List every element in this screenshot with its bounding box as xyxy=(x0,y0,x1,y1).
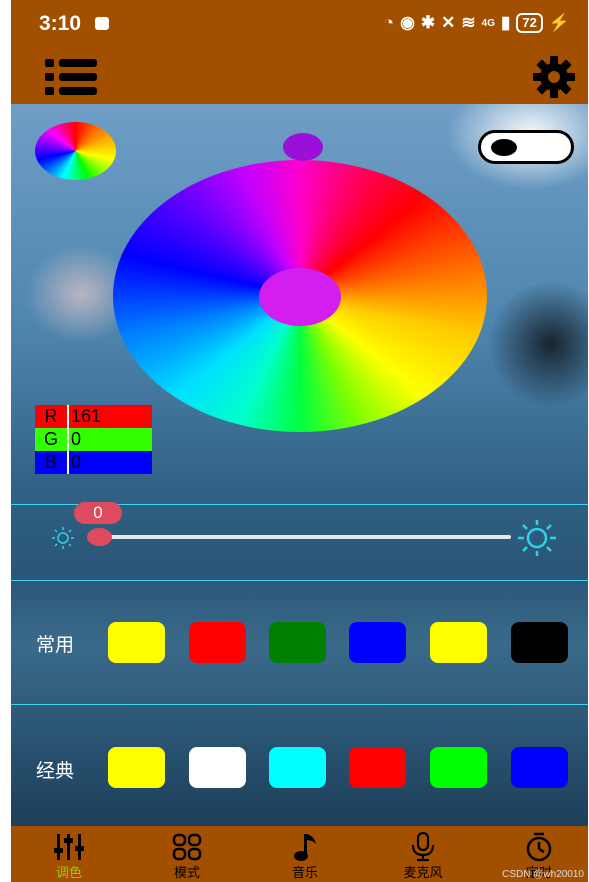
gear-icon[interactable] xyxy=(530,55,578,99)
app-screen: 3:10 ◔ ◉ ✱ ✕ ≋ 4G ▮ 72 ⚡ R 161 G 0 B 0 0… xyxy=(11,0,588,882)
notification-icon xyxy=(95,17,109,30)
classic-color-swatch[interactable] xyxy=(511,747,568,788)
signal-icon: ▮ xyxy=(501,13,511,32)
common-color-swatch[interactable] xyxy=(189,622,246,663)
toggle-knob xyxy=(491,139,517,156)
nav-item-microphone[interactable]: 麦克风 xyxy=(383,826,463,882)
watermark: CSDN @wh20010 xyxy=(502,869,584,880)
nav-label-music: 音乐 xyxy=(291,865,318,880)
signal-label: 4G xyxy=(481,17,495,29)
common-color-swatch[interactable] xyxy=(269,622,326,663)
selected-color-preview xyxy=(259,268,341,326)
timer-icon xyxy=(524,832,554,862)
mute-icon: ✕ xyxy=(441,13,456,32)
brightness-slider-thumb[interactable] xyxy=(87,528,112,546)
divider xyxy=(11,580,588,581)
classic-color-swatch[interactable] xyxy=(349,747,406,788)
classic-color-swatch[interactable] xyxy=(269,747,326,788)
speed-icon: ◔ xyxy=(383,13,395,32)
common-color-swatch[interactable] xyxy=(511,622,568,663)
app-header xyxy=(11,50,588,104)
rgb-row-g: G 0 xyxy=(35,428,152,451)
g-value: 0 xyxy=(67,428,152,451)
brightness-value-bubble: 0 xyxy=(74,502,122,524)
brightness-high-icon xyxy=(516,518,558,563)
classic-color-swatch[interactable] xyxy=(108,747,165,788)
bottom-navigation: 调色 模式 音乐 麦克风 定时 CSDN @wh20010 xyxy=(11,826,588,882)
r-value: 161 xyxy=(67,405,152,428)
eye-icon: ◉ xyxy=(400,13,415,32)
microphone-icon xyxy=(408,831,438,862)
rgb-row-r: R 161 xyxy=(35,405,152,428)
common-color-swatch[interactable] xyxy=(430,622,487,663)
charging-icon: ⚡ xyxy=(548,13,570,32)
rgb-readout: R 161 G 0 B 0 xyxy=(35,405,152,474)
bluetooth-icon: ✱ xyxy=(420,13,436,32)
common-color-swatch[interactable] xyxy=(108,622,165,663)
sliders-icon xyxy=(54,832,84,862)
b-value: 0 xyxy=(67,451,152,474)
nav-item-music[interactable]: 音乐 xyxy=(265,826,345,882)
brightness-slider-track[interactable] xyxy=(98,535,511,539)
divider xyxy=(11,704,588,705)
grid-icon xyxy=(172,832,202,862)
color-wheel-preview-icon[interactable] xyxy=(35,122,116,180)
b-label: B xyxy=(35,451,67,474)
music-note-icon xyxy=(290,832,320,862)
color-wheel-handle[interactable] xyxy=(283,133,323,161)
power-toggle[interactable] xyxy=(478,130,574,164)
battery-indicator: 72 xyxy=(516,13,543,33)
nav-label-color: 调色 xyxy=(55,865,82,880)
nav-item-mode[interactable]: 模式 xyxy=(147,826,227,882)
brightness-low-icon xyxy=(51,526,75,555)
classic-color-swatch[interactable] xyxy=(189,747,246,788)
nav-item-color[interactable]: 调色 xyxy=(29,826,109,882)
list-icon[interactable] xyxy=(45,57,99,97)
rgb-row-b: B 0 xyxy=(35,451,152,474)
wifi-icon: ≋ xyxy=(461,13,476,32)
g-label: G xyxy=(35,428,67,451)
nav-label-mode: 模式 xyxy=(173,865,200,880)
nav-label-microphone: 麦克风 xyxy=(403,865,443,880)
status-icons: ◔ ◉ ✱ ✕ ≋ 4G ▮ 72 ⚡ xyxy=(384,13,570,33)
classic-colors-label: 经典 xyxy=(36,761,75,782)
common-color-swatch[interactable] xyxy=(349,622,406,663)
status-time: 3:10 xyxy=(39,12,82,35)
classic-color-swatch[interactable] xyxy=(430,747,487,788)
common-colors-label: 常用 xyxy=(36,635,75,656)
status-bar: 3:10 ◔ ◉ ✱ ✕ ≋ 4G ▮ 72 ⚡ xyxy=(11,0,588,50)
r-label: R xyxy=(35,405,67,428)
